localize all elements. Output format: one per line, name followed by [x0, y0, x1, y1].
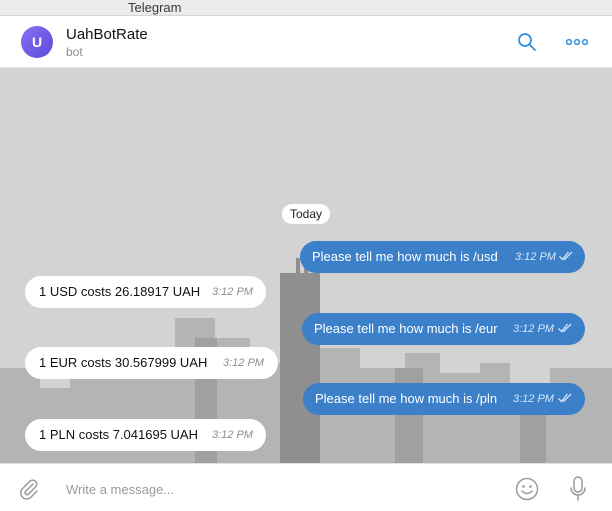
search-button[interactable] [515, 30, 539, 54]
message-time: 3:12 PM [513, 393, 554, 405]
search-icon [518, 33, 536, 51]
message-composer [0, 463, 612, 511]
message-time: 3:12 PM [515, 251, 556, 263]
chat-name[interactable]: UahBotRate [66, 26, 148, 43]
voice-message-button[interactable] [569, 476, 587, 507]
chat-area[interactable]: Today Please tell me how much is /usd 3:… [0, 68, 612, 463]
message-text: Please tell me how much is /eur [314, 321, 498, 336]
read-check-icon [558, 323, 572, 333]
window-title: Telegram [128, 0, 182, 15]
avatar[interactable]: U [21, 26, 53, 58]
message-text: 1 PLN costs 7.041695 UAH [39, 427, 198, 442]
message-incoming[interactable]: 1 USD costs 26.18917 UAH 3:12 PM [25, 276, 266, 308]
paperclip-icon [20, 479, 38, 500]
message-outgoing[interactable]: Please tell me how much is /eur 3:12 PM [302, 313, 585, 345]
message-outgoing[interactable]: Please tell me how much is /usd 3:12 PM [300, 241, 585, 273]
message-time: 3:12 PM [212, 429, 253, 441]
read-check-icon [559, 251, 573, 261]
message-incoming[interactable]: 1 PLN costs 7.041695 UAH 3:12 PM [25, 419, 266, 451]
more-icon [566, 38, 588, 46]
message-time: 3:12 PM [513, 323, 554, 335]
message-outgoing[interactable]: Please tell me how much is /pln 3:12 PM [303, 383, 585, 415]
message-text: Please tell me how much is /pln [315, 391, 498, 406]
attach-button[interactable] [18, 478, 40, 505]
window-titlebar: Telegram [0, 0, 612, 16]
date-separator: Today [282, 204, 331, 224]
message-text: Please tell me how much is /usd [312, 249, 498, 264]
emoji-button[interactable] [515, 477, 539, 506]
message-input[interactable] [66, 478, 486, 500]
message-time: 3:12 PM [212, 286, 253, 298]
message-incoming[interactable]: 1 EUR costs 30.567999 UAH 3:12 PM [25, 347, 278, 379]
chat-header: U UahBotRate bot [0, 16, 612, 68]
message-time: 3:12 PM [223, 357, 264, 369]
emoji-icon [515, 477, 539, 501]
message-text: 1 EUR costs 30.567999 UAH [39, 355, 208, 370]
read-check-icon [558, 393, 572, 403]
microphone-icon [570, 476, 586, 501]
more-button[interactable] [565, 30, 589, 54]
chat-status: bot [66, 45, 83, 59]
message-text: 1 USD costs 26.18917 UAH [39, 284, 201, 299]
